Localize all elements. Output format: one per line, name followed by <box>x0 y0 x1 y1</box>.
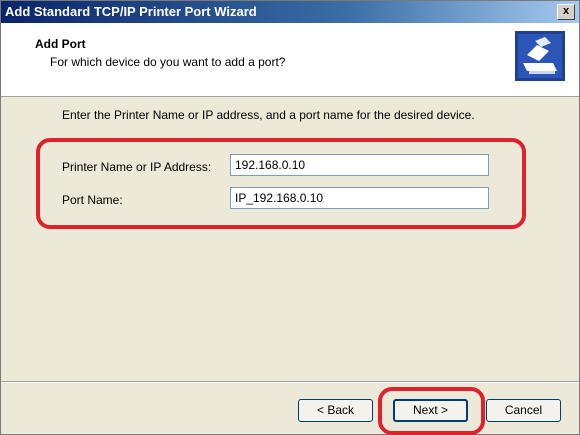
printer-name-label: Printer Name or IP Address: <box>62 160 212 174</box>
printer-name-input[interactable] <box>230 154 489 176</box>
printer-icon <box>515 31 565 81</box>
next-button[interactable]: Next > <box>393 399 468 422</box>
wizard-header: Add Port For which device do you want to… <box>1 23 579 97</box>
button-separator <box>1 381 579 383</box>
back-button[interactable]: < Back <box>298 399 373 422</box>
port-name-input[interactable] <box>230 187 489 209</box>
window-title: Add Standard TCP/IP Printer Port Wizard <box>5 4 257 19</box>
cancel-button[interactable]: Cancel <box>486 399 561 422</box>
port-name-label: Port Name: <box>62 193 123 207</box>
close-button[interactable]: x <box>557 4 575 20</box>
fields-highlight <box>36 138 526 229</box>
header-title: Add Port <box>35 37 86 51</box>
header-subtitle: For which device do you want to add a po… <box>50 55 286 69</box>
instruction-text: Enter the Printer Name or IP address, an… <box>62 108 475 122</box>
title-bar[interactable]: Add Standard TCP/IP Printer Port Wizard … <box>1 1 579 23</box>
wizard-window: Add Standard TCP/IP Printer Port Wizard … <box>0 0 580 435</box>
